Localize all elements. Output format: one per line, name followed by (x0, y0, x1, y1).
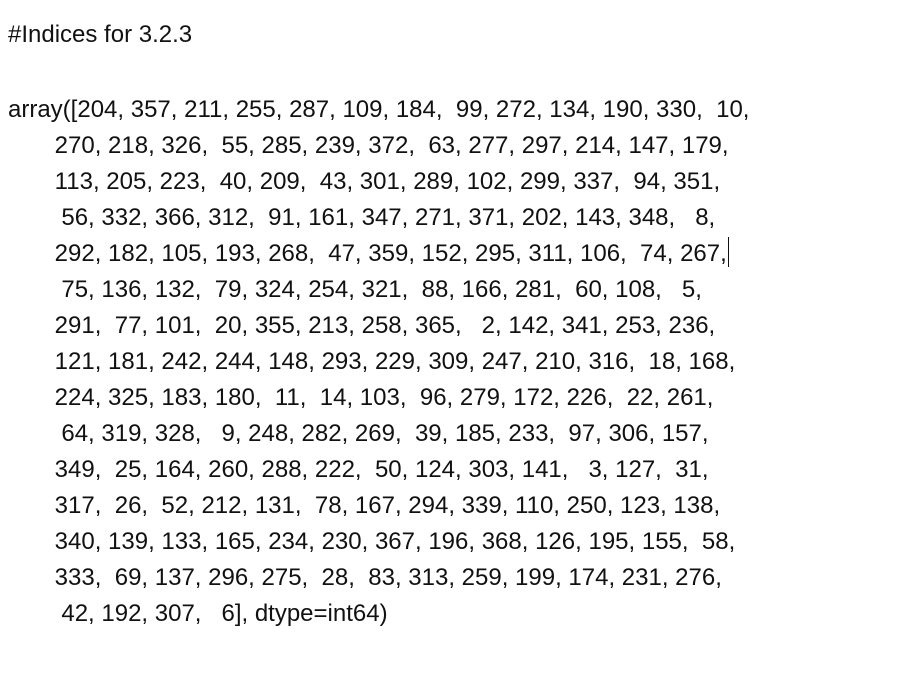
output-line: 333, 69, 137, 296, 275, 28, 83, 313, 259… (8, 564, 722, 591)
output-line: 291, 77, 101, 20, 355, 213, 258, 365, 2,… (8, 312, 716, 339)
output-line-with-cursor: 292, 182, 105, 193, 268, 47, 359, 152, 2… (8, 236, 749, 272)
output-line: 75, 136, 132, 79, 324, 254, 321, 88, 166… (8, 276, 702, 303)
array-output: array([204, 357, 211, 255, 287, 109, 184… (8, 92, 749, 632)
output-line: 42, 192, 307, 6], dtype=int64) (8, 600, 388, 627)
output-line: 56, 332, 366, 312, 91, 161, 347, 271, 37… (8, 204, 716, 231)
output-line: 340, 139, 133, 165, 234, 230, 367, 196, … (8, 528, 736, 555)
output-line: 270, 218, 326, 55, 285, 239, 372, 63, 27… (8, 132, 729, 159)
output-line: 113, 205, 223, 40, 209, 43, 301, 289, 10… (8, 168, 721, 195)
output-line: 224, 325, 183, 180, 11, 14, 103, 96, 279… (8, 384, 714, 411)
notebook-cell: #Indices for 3.2.3 array([204, 357, 211,… (0, 0, 922, 682)
output-line-text: 292, 182, 105, 193, 268, 47, 359, 152, 2… (8, 240, 727, 267)
output-line: 64, 319, 328, 9, 248, 282, 269, 39, 185,… (8, 420, 709, 447)
comment-heading: #Indices for 3.2.3 (8, 21, 193, 48)
output-line: array([204, 357, 211, 255, 287, 109, 184… (8, 96, 750, 123)
output-line: 349, 25, 164, 260, 288, 222, 50, 124, 30… (8, 456, 709, 483)
output-line: 317, 26, 52, 212, 131, 78, 167, 294, 339… (8, 492, 721, 519)
output-line: 121, 181, 242, 244, 148, 293, 229, 309, … (8, 348, 736, 375)
text-cursor (727, 237, 729, 267)
